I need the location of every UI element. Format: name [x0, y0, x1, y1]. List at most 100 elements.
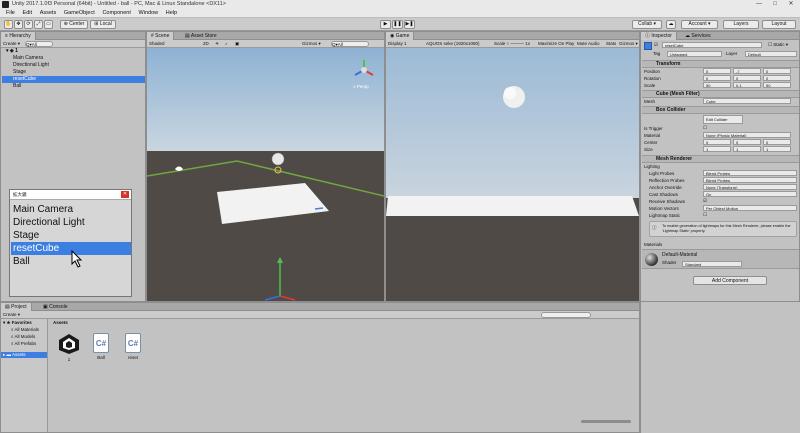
fav-all-models[interactable]: ⌕ All Models	[11, 334, 35, 340]
materials-foldout[interactable]: Materials	[644, 241, 794, 248]
mute-audio-toggle[interactable]: Mute Audio	[577, 41, 600, 47]
box-collider-header[interactable]: Box Collider	[642, 106, 799, 114]
tab-services[interactable]: ☁ Services	[681, 32, 715, 40]
move-tool-icon[interactable]: ✥	[14, 20, 23, 29]
magnifier-close-icon[interactable]: ✕	[121, 191, 129, 198]
scene-viewport[interactable]: ≡ Persp	[147, 48, 384, 301]
pivot-center-button[interactable]: ⊕ Center	[60, 20, 88, 29]
hierarchy-item-resetcube[interactable]: resetCube	[2, 76, 145, 83]
tab-hierarchy[interactable]: ≡ Hierarchy	[1, 32, 36, 40]
maximize-on-play-toggle[interactable]: Maximize On Play	[538, 41, 574, 47]
scene-search-input[interactable]: Q▾All	[331, 41, 369, 47]
object-name-field[interactable]: resetCube	[662, 42, 762, 48]
hierarchy-search-input[interactable]: Q▾All	[25, 41, 53, 47]
maximize-button[interactable]: □	[768, 0, 782, 9]
menu-edit[interactable]: Edit	[23, 9, 32, 18]
mesh-field[interactable]: Cube	[703, 98, 791, 104]
collider-material-field[interactable]: None (Physic Material)	[703, 132, 791, 138]
hierarchy-item-main-camera[interactable]: Main Camera	[2, 55, 145, 62]
tab-scene[interactable]: # Scene	[147, 32, 175, 40]
tab-console[interactable]: ▣ Console	[39, 303, 71, 311]
menu-window[interactable]: Window	[139, 9, 159, 18]
game-gizmos-dropdown[interactable]: Gizmos ▾	[619, 41, 638, 47]
scene-root[interactable]: ▾ ◈ 1	[2, 48, 145, 55]
shading-dropdown[interactable]: Shaded	[149, 41, 165, 47]
light-probes-dropdown[interactable]: Blend Probes	[703, 170, 797, 176]
play-button[interactable]: ▶	[380, 20, 391, 29]
scale-tool-icon[interactable]: ⤢	[34, 20, 43, 29]
scale-x-field[interactable]: 50	[703, 82, 731, 88]
tab-project[interactable]: ▤ Project	[1, 303, 32, 311]
anchor-override-field[interactable]: None (Transform)	[703, 184, 797, 190]
edit-collider-button[interactable]: Edit Collider	[703, 115, 743, 124]
cloud-icon[interactable]: ☁	[666, 20, 676, 29]
fav-all-prefabs[interactable]: ⌕ All Prefabs	[11, 341, 36, 347]
scene-gizmos-dropdown[interactable]: Gizmos ▾	[302, 41, 321, 47]
mesh-filter-header[interactable]: Cube (Mesh Filter)	[642, 90, 799, 98]
rect-tool-icon[interactable]: ▭	[44, 20, 53, 29]
active-checkbox[interactable]: ☑	[654, 42, 658, 48]
scale-z-field[interactable]: 50	[763, 82, 791, 88]
lighting-foldout[interactable]: Lighting	[644, 163, 794, 170]
2d-toggle[interactable]: 2D	[203, 41, 209, 47]
display-dropdown[interactable]: Display 1	[388, 41, 407, 47]
layer-dropdown[interactable]: Default	[745, 51, 797, 57]
assets-folder[interactable]: ▸ ▬ Assets	[1, 352, 47, 358]
size-y-field[interactable]: 1	[733, 146, 761, 152]
scale-slider[interactable]: Scale ○ ——— 1x	[494, 41, 530, 47]
effects-toggle-icon[interactable]: ▣	[235, 41, 239, 47]
asset-scene-1[interactable]: 1	[54, 333, 84, 362]
cast-shadows-dropdown[interactable]: On	[703, 191, 797, 197]
center-y-field[interactable]: 0	[733, 139, 761, 145]
rotation-x-field[interactable]: 0	[703, 75, 731, 81]
menu-gameobject[interactable]: GameObject	[64, 9, 95, 18]
rotate-tool-icon[interactable]: ⟳	[24, 20, 33, 29]
step-button[interactable]: ▶❚	[404, 20, 415, 29]
center-z-field[interactable]: 0	[763, 139, 791, 145]
hand-tool-icon[interactable]: ✋	[4, 20, 13, 29]
fav-all-materials[interactable]: ⌕ All Materials	[11, 327, 39, 333]
tab-game[interactable]: ◉ Game	[386, 32, 415, 40]
tab-inspector[interactable]: ⓘ Inspector	[641, 32, 677, 40]
hierarchy-item-ball[interactable]: Ball	[2, 83, 145, 90]
static-toggle[interactable]: ☐ Static ▾	[768, 42, 788, 48]
persp-label[interactable]: ≡ Persp	[353, 84, 369, 90]
rotation-z-field[interactable]: 0	[763, 75, 791, 81]
is-trigger-checkbox[interactable]: ☐	[703, 125, 707, 131]
size-x-field[interactable]: 1	[703, 146, 731, 152]
position-y-field[interactable]: -7	[733, 68, 761, 74]
lighting-toggle-icon[interactable]: ☀	[215, 41, 219, 47]
position-x-field[interactable]: 0	[703, 68, 731, 74]
layout-dropdown[interactable]: Layout	[762, 20, 796, 29]
close-button[interactable]: ✕	[784, 0, 798, 9]
menu-component[interactable]: Component	[102, 9, 130, 18]
audio-toggle-icon[interactable]: ♪	[225, 41, 227, 47]
add-component-button[interactable]: Add Component	[693, 276, 767, 285]
rotation-y-field[interactable]: 0	[733, 75, 761, 81]
lightmap-static-checkbox[interactable]: ☐	[703, 212, 707, 218]
menu-assets[interactable]: Assets	[40, 9, 57, 18]
menu-file[interactable]: File	[6, 9, 15, 18]
pivot-local-button[interactable]: ⊞ Local	[90, 20, 116, 29]
hierarchy-item-directional-light[interactable]: Directional Light	[2, 62, 145, 69]
aspect-dropdown[interactable]: AQUOS seke (1920x1080)	[426, 41, 480, 47]
hierarchy-item-stage[interactable]: Stage	[2, 69, 145, 76]
pause-button[interactable]: ❚❚	[392, 20, 403, 29]
project-search-input[interactable]	[541, 312, 591, 318]
transform-header[interactable]: Transform	[642, 60, 799, 68]
reflection-probes-dropdown[interactable]: Blend Probes	[703, 177, 797, 183]
minimize-button[interactable]: —	[752, 0, 766, 9]
receive-shadows-checkbox[interactable]: ☑	[703, 198, 707, 204]
menu-help[interactable]: Help	[166, 9, 177, 18]
tab-asset-store[interactable]: ▤ Asset Store	[181, 32, 221, 40]
icon-size-slider[interactable]	[581, 420, 631, 423]
size-z-field[interactable]: 1	[763, 146, 791, 152]
position-z-field[interactable]: 0	[763, 68, 791, 74]
asset-script-ball[interactable]: C# Ball	[86, 333, 116, 360]
mesh-renderer-header[interactable]: Mesh Renderer	[642, 155, 799, 163]
shader-dropdown[interactable]: Standard	[682, 261, 742, 267]
center-x-field[interactable]: 0	[703, 139, 731, 145]
account-button[interactable]: Account ▾	[681, 20, 718, 29]
favorites-foldout[interactable]: ▾ ★ Favorites	[3, 320, 32, 326]
hierarchy-create-button[interactable]: Create ▾	[3, 41, 20, 47]
